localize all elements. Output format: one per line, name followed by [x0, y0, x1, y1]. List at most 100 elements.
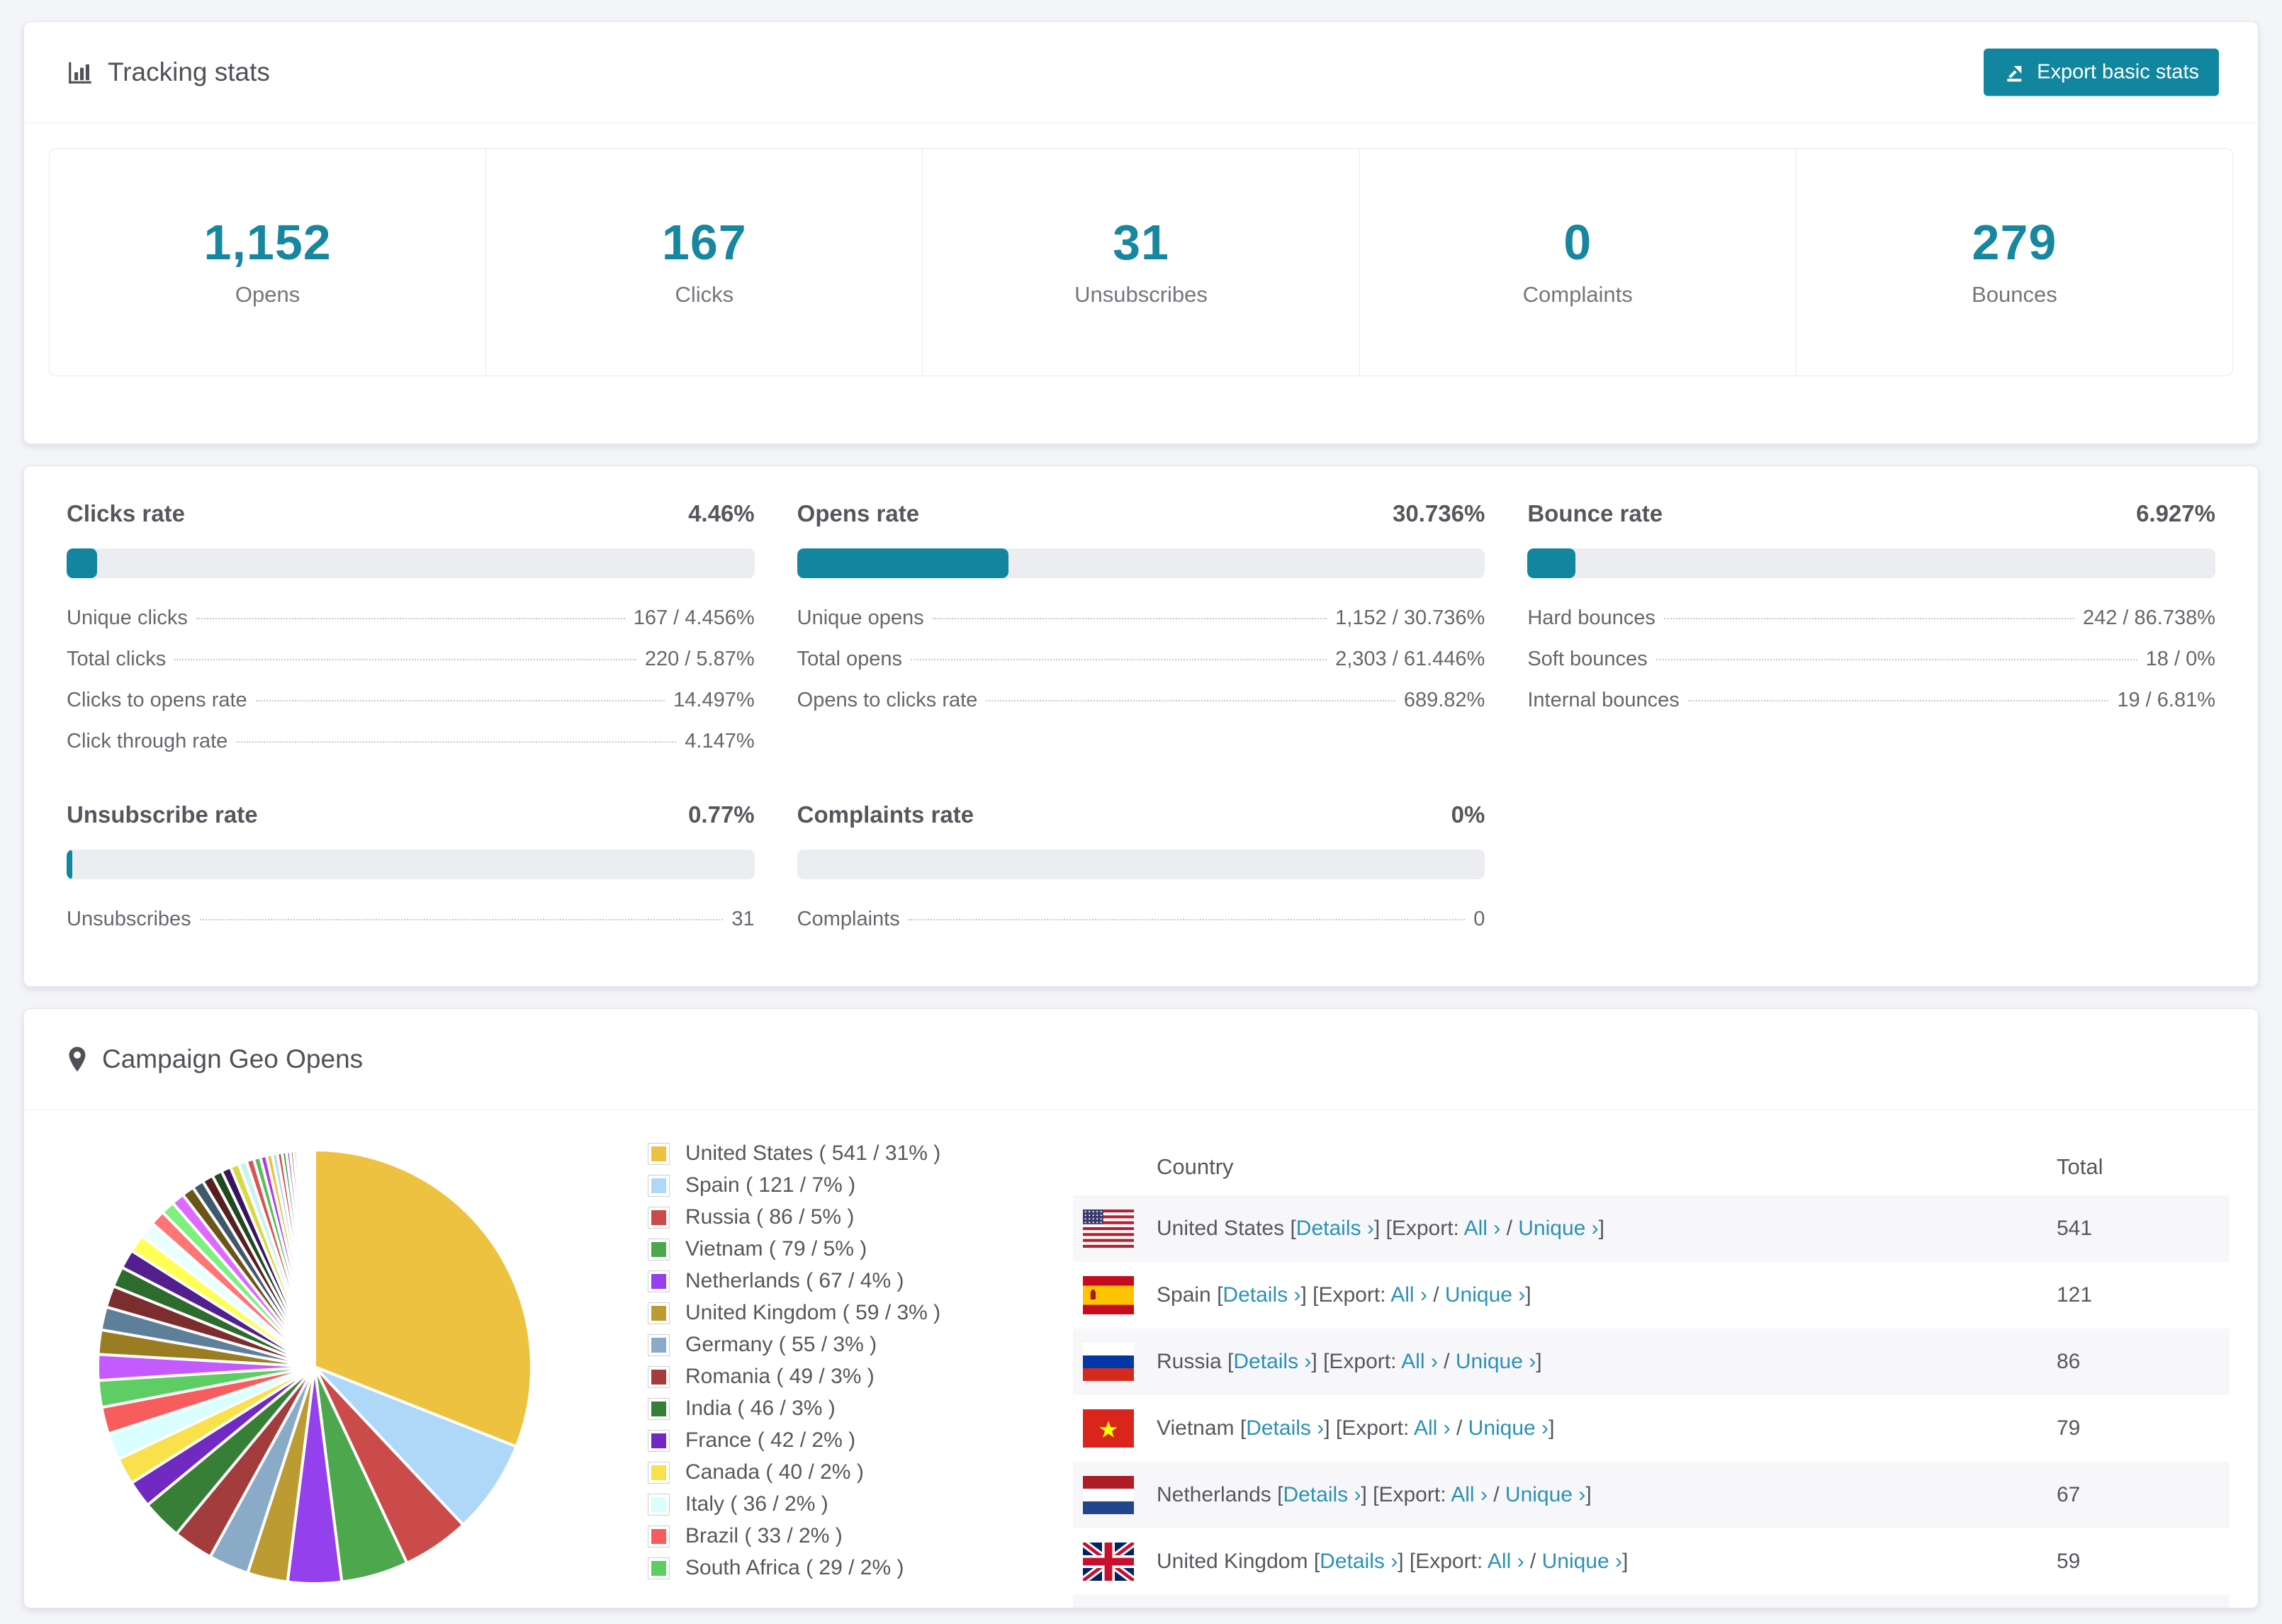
legend-label: Spain ( 121 / 7% ) [685, 1173, 856, 1197]
rate-title: Opens rate [797, 500, 920, 526]
flag-ru-icon [1083, 1343, 1134, 1381]
details-link[interactable]: Details › [1233, 1350, 1311, 1373]
stat-row-value: 4.147% [685, 730, 755, 752]
legend-item: Romania ( 49 / 3% ) [648, 1365, 1034, 1389]
country-cell: United Kingdom [Details ›] [Export: All … [1157, 1550, 1629, 1573]
stat-value: 167 [661, 215, 747, 270]
legend-label: Italy ( 36 / 2% ) [685, 1492, 828, 1516]
stat-row-label: Clicks to opens rate [67, 689, 247, 711]
legend-swatch-icon [648, 1238, 670, 1261]
legend-item: South Africa ( 29 / 2% ) [648, 1556, 1034, 1580]
export-icon [2003, 61, 2026, 84]
details-link[interactable]: Details › [1246, 1416, 1324, 1440]
progress-bar [797, 850, 1485, 879]
legend-swatch-icon [648, 1525, 670, 1547]
export-all-link[interactable]: All › [1401, 1350, 1438, 1373]
dotted-leader [236, 741, 677, 743]
country-column-header: Country [1157, 1154, 1234, 1179]
geo-opens-table: Country Total United States [Details ›] … [1073, 1139, 2230, 1608]
stat-row-value: 1,152 / 30.736% [1335, 607, 1485, 629]
country-cell: Spain [Details ›] [Export: All › / Uniqu… [1157, 1283, 1531, 1307]
stat-row-unique-opens: Unique opens 1,152 / 30.736% [797, 607, 1485, 630]
legend-item: Russia ( 86 / 5% ) [648, 1205, 1034, 1229]
export-unique-link[interactable]: Unique › [1542, 1550, 1622, 1573]
legend-swatch-icon [648, 1174, 670, 1197]
details-link[interactable]: Details › [1283, 1483, 1361, 1506]
export-unique-link[interactable]: Unique › [1456, 1350, 1536, 1373]
country-cell: United States [Details ›] [Export: All ›… [1157, 1217, 1604, 1240]
stat-row-internal-bounces: Internal bounces 19 / 6.81% [1527, 689, 2215, 712]
stat-row-opens-to-clicks-rate: Opens to clicks rate 689.82% [797, 689, 1485, 712]
stat-row-label: Unsubscribes [67, 908, 191, 930]
legend-label: Vietnam ( 79 / 5% ) [685, 1237, 867, 1261]
stat-row-soft-bounces: Soft bounces 18 / 0% [1527, 648, 2215, 671]
table-body: United States [Details ›] [Export: All ›… [1073, 1195, 2230, 1608]
progress-bar-fill [67, 548, 98, 578]
export-all-link[interactable]: All › [1451, 1483, 1488, 1506]
stat-row-label: Soft bounces [1527, 648, 1648, 670]
rate-block-complaints-rate: Complaints rate 0% Complaints 0 [797, 801, 1485, 931]
stat-row-label: Unique clicks [67, 607, 188, 629]
dotted-leader [199, 919, 724, 920]
progress-bar-fill [797, 548, 1008, 578]
export-all-link[interactable]: All › [1390, 1283, 1427, 1307]
total-cell: 541 [2057, 1217, 2093, 1240]
legend-item: France ( 42 / 2% ) [648, 1428, 1034, 1453]
export-unique-link[interactable]: Unique › [1468, 1416, 1548, 1440]
stat-row-value: 19 / 6.81% [2117, 689, 2215, 711]
legend-label: South Africa ( 29 / 2% ) [685, 1556, 904, 1579]
dotted-leader [174, 659, 636, 660]
details-link[interactable]: Details › [1320, 1550, 1398, 1573]
legend-item: Canada ( 40 / 2% ) [648, 1460, 1034, 1484]
export-all-link[interactable]: All › [1414, 1416, 1451, 1440]
stat-row-total-clicks: Total clicks 220 / 5.87% [67, 648, 755, 671]
details-link[interactable]: Details › [1222, 1283, 1300, 1307]
country-name: Netherlands [1157, 1483, 1271, 1506]
stat-value: 0 [1563, 215, 1592, 270]
stat-label: Clicks [675, 282, 734, 307]
table-row-vn: Vietnam [Details ›] [Export: All › / Uni… [1073, 1395, 2230, 1462]
stat-row-label: Hard bounces [1527, 607, 1656, 629]
export-unique-link[interactable]: Unique › [1445, 1283, 1525, 1307]
dotted-leader [932, 618, 1327, 619]
export-all-link[interactable]: All › [1488, 1550, 1524, 1573]
export-all-link[interactable]: All › [1464, 1217, 1501, 1240]
stat-row-hard-bounces: Hard bounces 242 / 86.738% [1527, 607, 2215, 630]
legend-label: Russia ( 86 / 5% ) [685, 1205, 855, 1229]
stat-row-unique-clicks: Unique clicks 167 / 4.456% [67, 607, 755, 630]
progress-bar [1527, 548, 2215, 578]
geo-opens-title: Campaign Geo Opens [102, 1044, 364, 1073]
legend-label: United States ( 541 / 31% ) [685, 1141, 941, 1165]
rate-value: 0.77% [688, 801, 755, 828]
stat-row-label: Complaints [797, 908, 900, 930]
map-pin-icon [67, 1046, 88, 1073]
total-cell: 79 [2057, 1416, 2081, 1440]
rate-block-clicks-rate: Clicks rate 4.46% Unique clicks 167 / 4.… [67, 500, 755, 753]
country-cell: Vietnam [Details ›] [Export: All › / Uni… [1157, 1416, 1555, 1440]
stat-row-label: Opens to clicks rate [797, 689, 978, 711]
pie-slice-other-40 [313, 1148, 316, 1368]
stat-box-unsubscribes: 31 Unsubscribes [922, 149, 1359, 376]
legend-label: Netherlands ( 67 / 4% ) [685, 1269, 904, 1292]
export-basic-stats-button[interactable]: Export basic stats [1984, 48, 2219, 96]
country-name: Spain [1157, 1283, 1211, 1307]
legend-item: Brazil ( 33 / 2% ) [648, 1524, 1034, 1548]
export-unique-link[interactable]: Unique › [1505, 1483, 1585, 1506]
dotted-leader [1687, 700, 2109, 701]
legend-swatch-icon [648, 1397, 670, 1420]
country-cell: Russia [Details ›] [Export: All › / Uniq… [1157, 1350, 1542, 1373]
legend-label: Germany ( 55 / 3% ) [685, 1333, 877, 1356]
stat-value: 1,152 [203, 215, 332, 270]
rate-title: Clicks rate [67, 500, 185, 526]
legend-swatch-icon [648, 1302, 670, 1324]
export-unique-link[interactable]: Unique › [1518, 1217, 1598, 1240]
stat-row-value: 31 [731, 908, 755, 930]
legend-swatch-icon [648, 1493, 670, 1516]
stat-row-value: 242 / 86.738% [2082, 607, 2215, 629]
stat-row-value: 689.82% [1403, 689, 1485, 711]
table-header-row: Country Total [1073, 1139, 2230, 1195]
total-cell: 59 [2057, 1550, 2081, 1573]
stats-group: 1,152 Opens 167 Clicks 31 Unsubscribes 0… [49, 148, 2233, 376]
stat-value: 31 [1113, 215, 1169, 270]
details-link[interactable]: Details › [1296, 1217, 1374, 1240]
